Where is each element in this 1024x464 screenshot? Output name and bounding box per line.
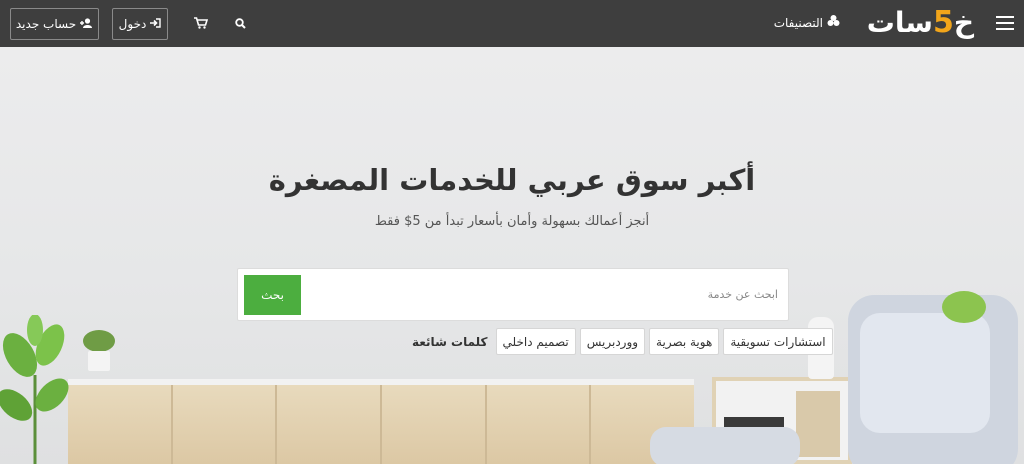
armchair-illustration <box>848 295 1018 464</box>
login-icon <box>150 17 162 31</box>
keyword-tag-marketing-consulting[interactable]: استشارات تسويقية <box>723 328 833 355</box>
top-navbar: خ5سات التصنيفات دخول حساب جديد <box>0 0 1024 47</box>
popular-keywords: كلمات شائعة تصميم داخلي ووردبريس هوية بص… <box>404 328 833 355</box>
hero-subline: أنجز أعمالك بسهولة وأمان بأسعار تبدأ من … <box>374 214 650 229</box>
site-logo[interactable]: خ5سات <box>866 5 975 40</box>
add-user-icon <box>80 17 93 31</box>
login-label: دخول <box>118 17 147 31</box>
search-icon[interactable] <box>231 14 249 32</box>
search-submit-button[interactable]: بحث <box>244 275 301 315</box>
popular-keywords-label: كلمات شائعة <box>412 334 488 349</box>
tv-cabinet-illustration <box>68 379 695 464</box>
menu-icon[interactable] <box>996 16 1014 30</box>
cart-icon[interactable] <box>192 14 210 32</box>
logo-text-end: سات <box>866 6 934 39</box>
register-button[interactable]: حساب جديد <box>10 8 99 40</box>
plant-left-illustration <box>0 315 69 464</box>
service-search-box: بحث <box>237 268 789 321</box>
service-search-input[interactable] <box>308 269 788 320</box>
potted-plant-illustration <box>83 330 115 371</box>
keyword-tag-wordpress[interactable]: ووردبريس <box>579 328 646 355</box>
logo-five: 5 <box>932 5 955 40</box>
categories-link[interactable]: التصنيفات <box>774 15 840 30</box>
login-button[interactable]: دخول <box>112 8 168 40</box>
logo-text-start: خ <box>953 6 975 39</box>
footstool-illustration <box>650 427 800 464</box>
plant-right-illustration <box>942 291 986 323</box>
keyword-tag-visual-identity[interactable]: هوية بصرية <box>649 328 720 355</box>
hero-headline: أكبر سوق عربي للخدمات المصغرة <box>268 163 756 197</box>
categories-label: التصنيفات <box>773 15 823 30</box>
categories-icon <box>827 15 840 30</box>
hero-background <box>0 47 1024 464</box>
keyword-tag-interior-design[interactable]: تصميم داخلي <box>495 328 576 355</box>
register-label: حساب جديد <box>15 17 77 31</box>
